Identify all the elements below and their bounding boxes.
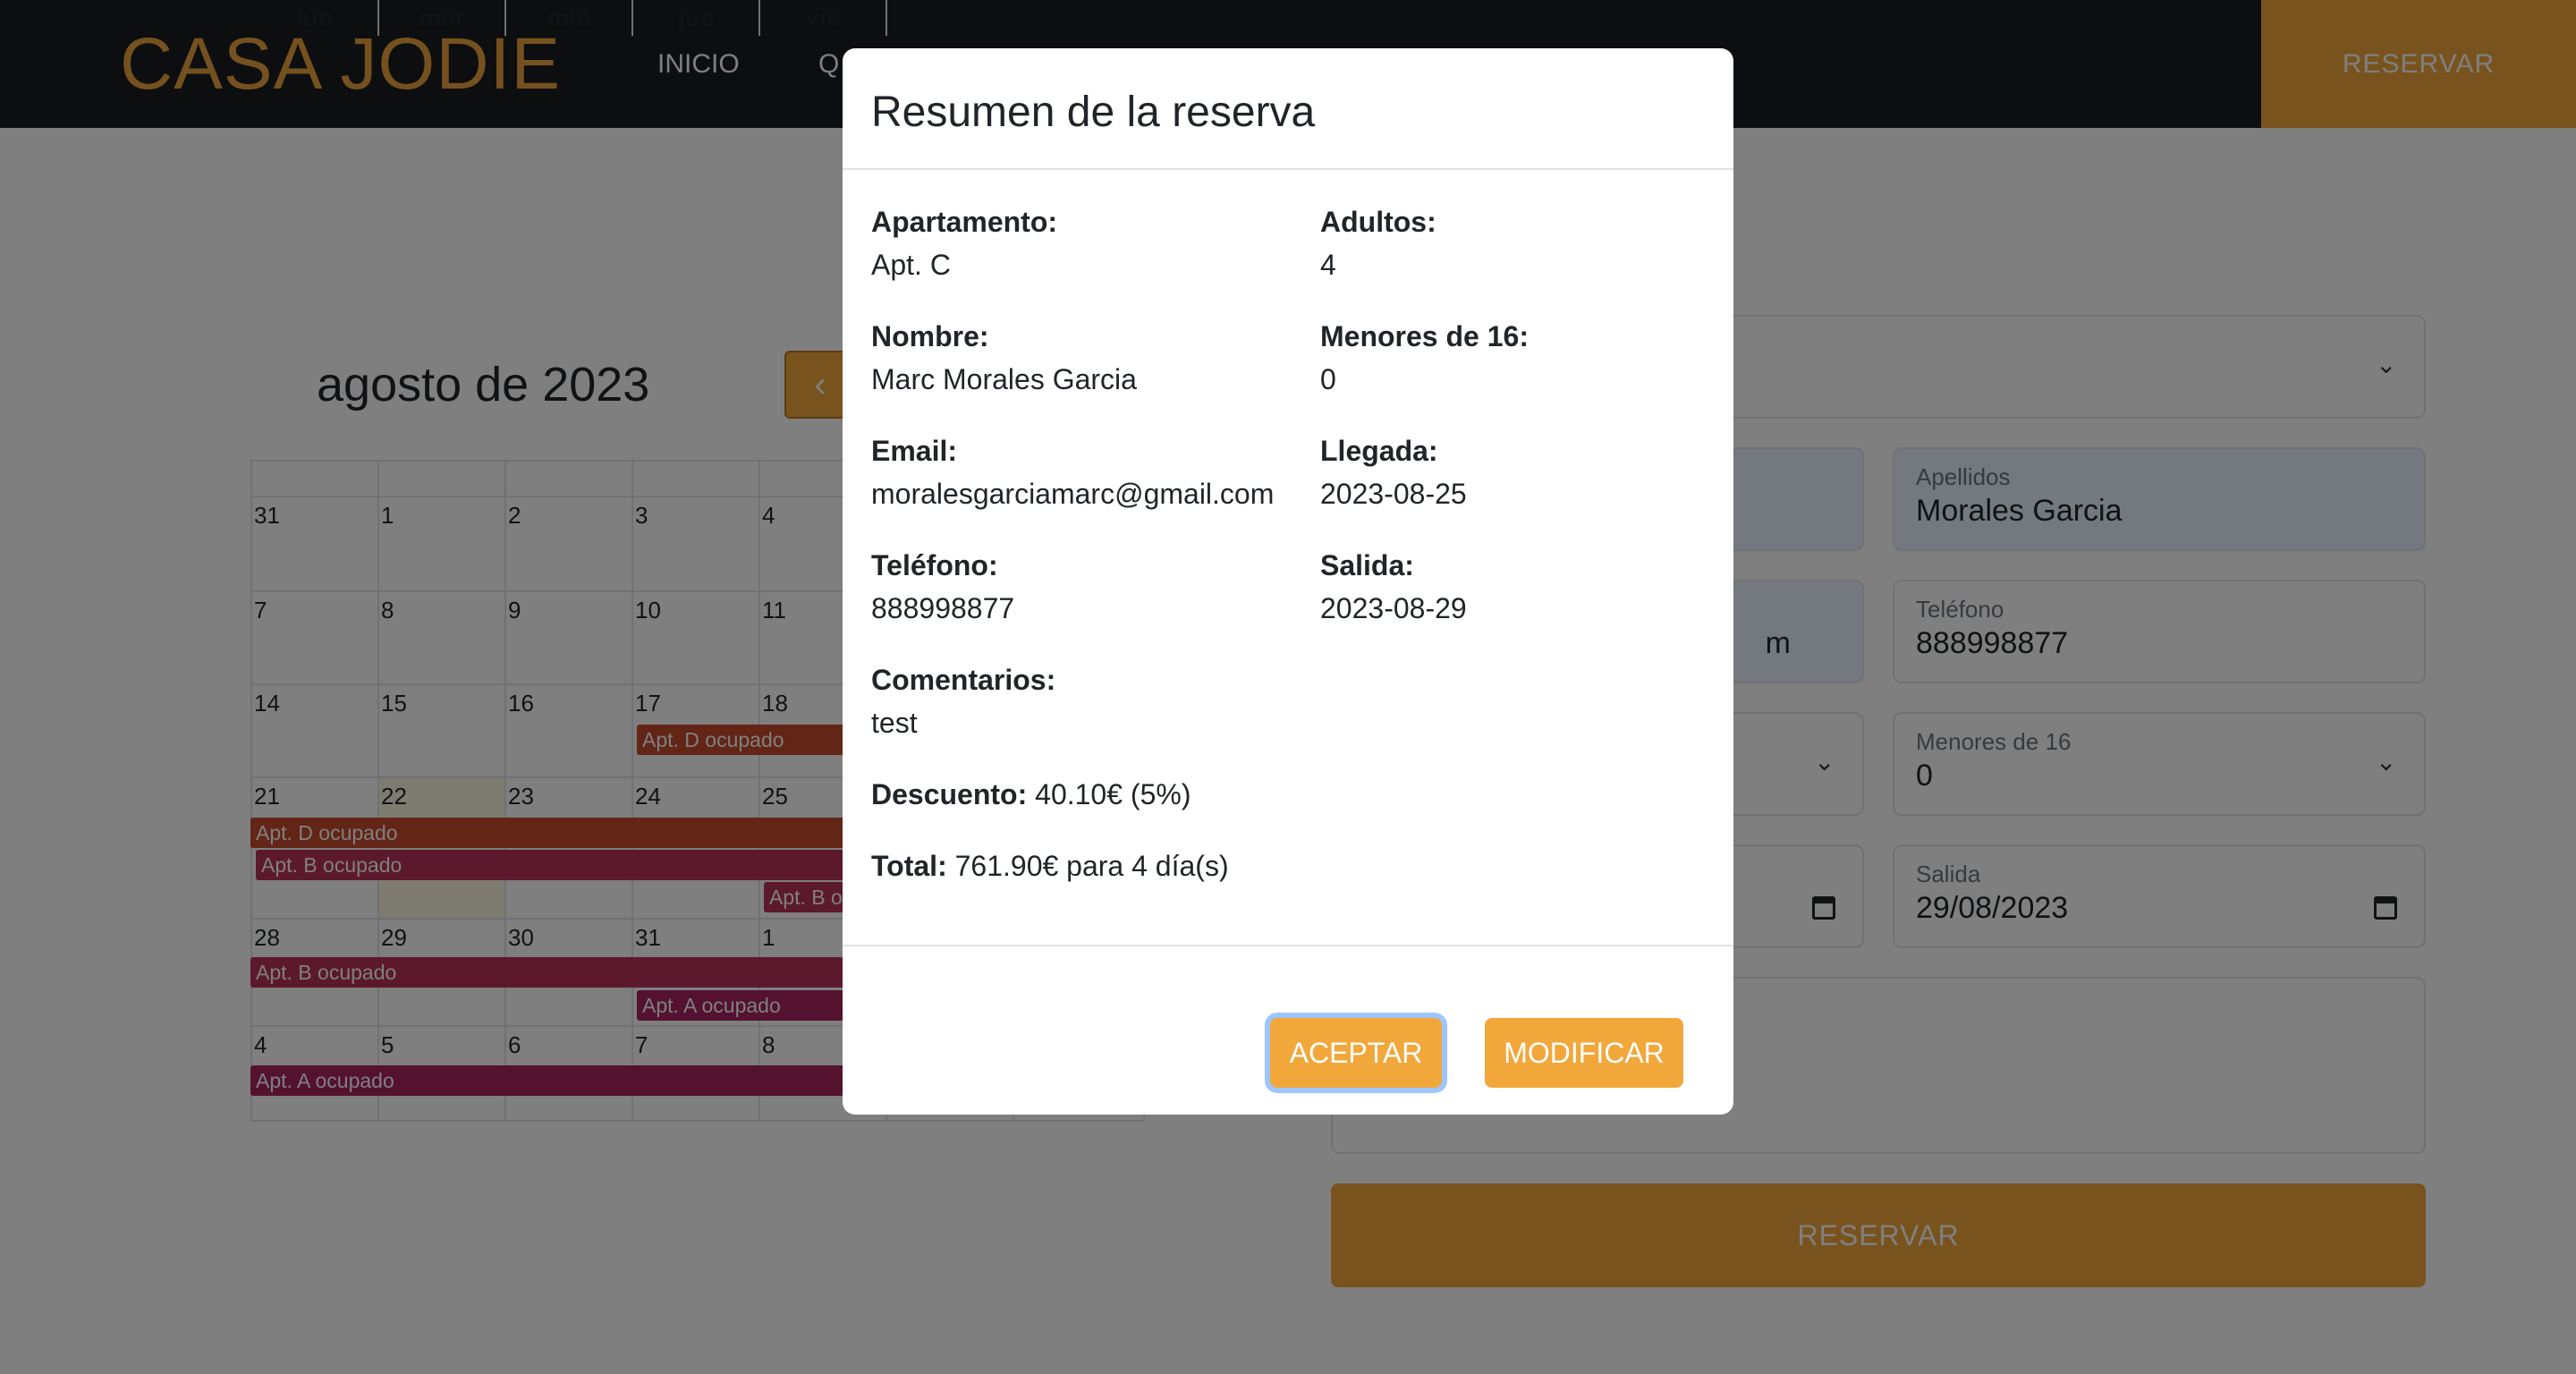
comentarios-label: Comentarios: <box>871 664 1056 696</box>
email-label: Email: <box>871 435 958 467</box>
adultos-label: Adultos: <box>1320 206 1436 238</box>
adultos-value: 4 <box>1320 249 1336 281</box>
modal-header-divider <box>843 168 1733 170</box>
aceptar-button[interactable]: ACEPTAR <box>1270 1018 1442 1088</box>
nombre-label: Nombre: <box>871 320 989 352</box>
menores-label: Menores de 16: <box>1320 320 1529 352</box>
llegada-value: 2023-08-25 <box>1320 478 1467 510</box>
comentarios-value: test <box>871 707 918 739</box>
descuento-value: 40.10€ (5%) <box>1035 778 1191 810</box>
telefono-value: 888998877 <box>871 592 1015 624</box>
total-value: 761.90€ para 4 día(s) <box>954 850 1229 882</box>
llegada-label: Llegada: <box>1320 435 1438 467</box>
descuento-label: Descuento: <box>871 778 1028 810</box>
modificar-button[interactable]: MODIFICAR <box>1485 1018 1683 1088</box>
nombre-value: Marc Morales Garcia <box>871 363 1137 395</box>
total-label: Total: <box>871 850 947 882</box>
salida-label: Salida: <box>1320 549 1414 581</box>
apartamento-label: Apartamento: <box>871 206 1058 238</box>
menores-value: 0 <box>1320 363 1336 395</box>
reservation-summary-modal: Resumen de la reserva Apartamento: Apt. … <box>843 48 1733 1115</box>
descuento-line: Descuento: 40.10€ (5%) <box>871 776 1191 812</box>
salida-value: 2023-08-29 <box>1320 592 1467 624</box>
telefono-label: Teléfono: <box>871 549 998 581</box>
email-value: moralesgarciamarc@gmail.com <box>871 478 1275 510</box>
apartamento-value: Apt. C <box>871 249 951 281</box>
total-line: Total: 761.90€ para 4 día(s) <box>871 848 1229 884</box>
modal-title: Resumen de la reserva <box>871 89 1316 136</box>
modal-footer-divider <box>843 945 1733 946</box>
